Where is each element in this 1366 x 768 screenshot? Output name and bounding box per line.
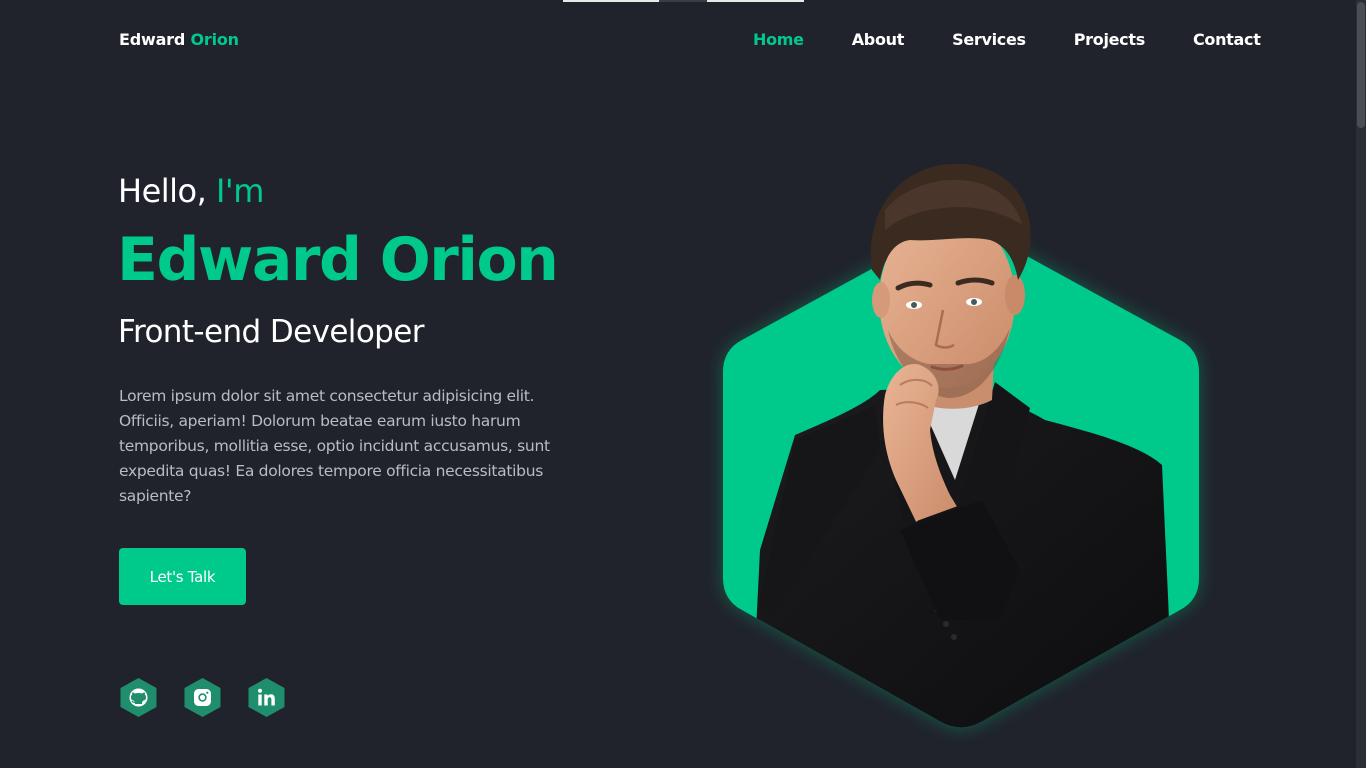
github-icon[interactable]: [118, 677, 159, 718]
main-nav: Home About Services Projects Contact: [753, 30, 1261, 49]
site-logo[interactable]: Edward Orion: [119, 30, 239, 49]
hero-role: Front-end Developer: [118, 314, 424, 350]
scrollbar[interactable]: [1356, 0, 1366, 768]
browser-tab-strip: [563, 0, 804, 2]
hero-portrait: [700, 150, 1220, 750]
social-links: [118, 677, 287, 718]
logo-first-name: Edward: [119, 30, 186, 49]
nav-link-services[interactable]: Services: [952, 30, 1026, 49]
hero-description: Lorem ipsum dolor sit amet consectetur a…: [119, 387, 550, 505]
lets-talk-button[interactable]: Let's Talk: [119, 548, 246, 605]
nav-link-home[interactable]: Home: [753, 30, 804, 49]
logo-last-name: Orion: [190, 30, 239, 49]
nav-link-about[interactable]: About: [852, 30, 905, 49]
hero-greeting-accent: I'm: [215, 172, 264, 210]
scrollbar-thumb[interactable]: [1357, 2, 1365, 128]
instagram-icon[interactable]: [182, 677, 223, 718]
nav-link-contact[interactable]: Contact: [1193, 30, 1261, 49]
hero-name: Edward Orion: [117, 225, 559, 295]
hero-greeting: Hello, I'm: [118, 172, 264, 210]
linkedin-icon[interactable]: [246, 677, 287, 718]
page: Edward Orion Home About Services Project…: [0, 0, 1366, 768]
nav-link-projects[interactable]: Projects: [1074, 30, 1146, 49]
hero-greeting-text: Hello,: [118, 172, 207, 210]
